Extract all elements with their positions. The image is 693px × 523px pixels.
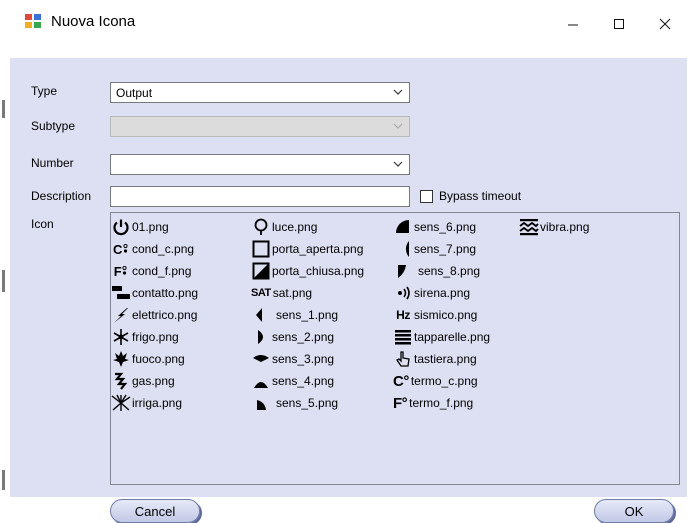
list-item[interactable]: sens_2.png xyxy=(251,327,334,347)
snow-small-icon xyxy=(122,266,127,275)
subtype-dropdown[interactable] xyxy=(110,116,410,137)
sensor-2-icon xyxy=(258,330,263,344)
door-closed-icon xyxy=(252,262,270,280)
list-item[interactable]: porta_aperta.png xyxy=(251,239,363,259)
chevron-down-icon xyxy=(393,161,403,167)
app-icon xyxy=(25,14,41,28)
sensor-4-icon xyxy=(254,382,268,388)
maximize-icon xyxy=(614,19,624,29)
irrigation-icon xyxy=(111,394,131,411)
close-button[interactable] xyxy=(642,4,688,44)
sensor-1-icon xyxy=(256,308,262,322)
close-icon xyxy=(659,18,671,30)
door-open-icon xyxy=(252,240,270,258)
power-icon xyxy=(113,219,129,236)
subtype-label: Subtype xyxy=(31,119,76,133)
siren-icon xyxy=(398,286,410,300)
chevron-down-icon xyxy=(393,123,403,129)
snowflake-icon xyxy=(113,329,129,345)
list-item[interactable]: Hz sismico.png xyxy=(393,305,477,325)
minimize-button[interactable] xyxy=(550,4,596,44)
title-bar: Nuova Icona xyxy=(8,0,693,50)
list-item[interactable]: tapparelle.png xyxy=(393,327,490,347)
lightning-icon xyxy=(114,308,128,323)
icon-label: Icon xyxy=(31,217,54,231)
cond-f-icon: F xyxy=(113,263,122,279)
list-item[interactable]: sens_3.png xyxy=(251,349,334,369)
snow-small-icon xyxy=(123,244,128,253)
sensor-6-icon xyxy=(396,220,409,233)
sensor-8-icon xyxy=(398,265,406,278)
bypass-timeout-label: Bypass timeout xyxy=(439,189,522,203)
list-item[interactable]: sirena.png xyxy=(393,283,470,303)
type-dropdown[interactable]: Output xyxy=(110,82,410,103)
thermo-c-icon: C° xyxy=(393,372,409,390)
list-item[interactable]: sens_8.png xyxy=(393,261,480,281)
dialog-client-area: Type Output Subtype Number Description B… xyxy=(10,58,687,523)
ok-button[interactable]: OK xyxy=(594,499,674,523)
sat-icon: SAT xyxy=(251,287,271,299)
type-label: Type xyxy=(31,84,58,98)
chevron-down-icon xyxy=(393,89,403,95)
bulb-icon xyxy=(254,218,268,235)
list-item[interactable]: tastiera.png xyxy=(393,349,477,369)
window-title: Nuova Icona xyxy=(51,13,136,30)
minimize-icon xyxy=(568,24,578,26)
cancel-button[interactable]: Cancel xyxy=(110,499,200,523)
sensor-3-icon xyxy=(253,355,269,362)
gas-icon xyxy=(114,372,128,390)
list-item[interactable]: luce.png xyxy=(251,217,317,237)
vibration-icon xyxy=(519,219,539,236)
description-input[interactable] xyxy=(110,186,410,207)
shutter-icon xyxy=(395,330,411,345)
cond-c-icon: C xyxy=(113,241,122,257)
description-label: Description xyxy=(31,189,92,203)
sensor-7-icon xyxy=(405,241,409,257)
list-item[interactable]: elettrico.png xyxy=(111,305,197,325)
list-item[interactable]: fuoco.png xyxy=(111,349,185,369)
fire-icon xyxy=(113,351,129,367)
list-item[interactable]: F° termo_f.png xyxy=(393,393,473,413)
list-item[interactable]: sens_1.png xyxy=(251,305,338,325)
list-item[interactable]: C cond_c.png xyxy=(111,239,194,259)
maximize-button[interactable] xyxy=(596,4,642,44)
list-item[interactable]: C° termo_c.png xyxy=(393,371,478,391)
list-item[interactable]: sens_4.png xyxy=(251,371,334,391)
seismic-icon: Hz xyxy=(396,308,410,322)
number-label: Number xyxy=(31,156,74,170)
list-item[interactable]: sens_7.png xyxy=(393,239,476,259)
list-item[interactable]: 01.png xyxy=(111,217,169,237)
list-item[interactable]: F cond_f.png xyxy=(111,261,192,281)
list-item[interactable]: SAT sat.png xyxy=(251,283,312,303)
list-item[interactable]: contatto.png xyxy=(111,283,198,303)
list-item[interactable]: porta_chiusa.png xyxy=(251,261,364,281)
type-value: Output xyxy=(116,86,153,100)
list-item[interactable]: frigo.png xyxy=(111,327,179,347)
sensor-5-icon xyxy=(257,400,266,410)
list-item[interactable]: vibra.png xyxy=(519,217,589,237)
contatto-icon xyxy=(112,286,130,299)
bypass-timeout-checkbox[interactable] xyxy=(420,190,433,203)
list-item[interactable]: sens_6.png xyxy=(393,217,476,237)
thermo-f-icon: F° xyxy=(393,394,408,412)
hand-pointer-icon xyxy=(396,351,410,367)
number-dropdown[interactable] xyxy=(110,154,410,175)
list-item[interactable]: sens_5.png xyxy=(251,393,338,413)
list-item[interactable]: irriga.png xyxy=(111,393,182,413)
icon-listbox[interactable]: 01.png C cond_c.png F cond_f.png contatt… xyxy=(110,212,680,485)
list-item[interactable]: gas.png xyxy=(111,371,175,391)
